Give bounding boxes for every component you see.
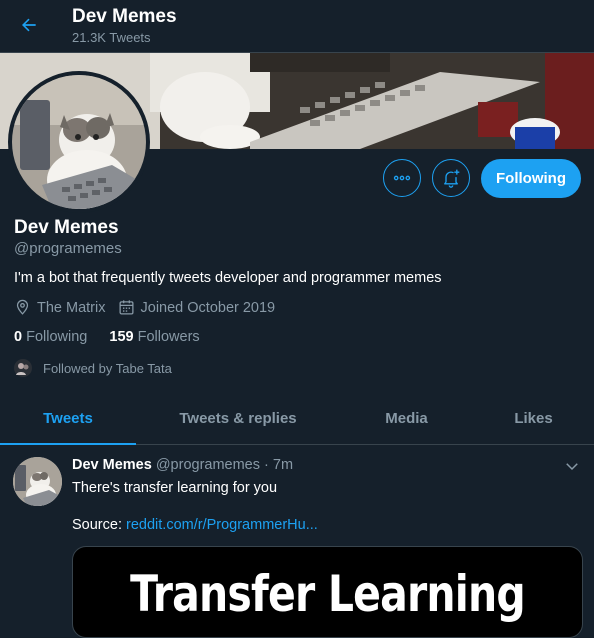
tweet-avatar[interactable] xyxy=(13,457,62,506)
calendar-icon xyxy=(118,300,134,315)
more-options-button[interactable] xyxy=(383,159,421,197)
media-caption: Transfer Learning xyxy=(130,565,526,623)
profile-name: Dev Memes xyxy=(14,217,119,238)
tweet-media[interactable]: Transfer Learning xyxy=(72,546,583,638)
profile-joined: Joined October 2019 xyxy=(140,299,276,316)
top-bar: Dev Memes 21.3K Tweets xyxy=(0,0,594,53)
tab-media[interactable]: Media xyxy=(340,393,473,444)
tweet-text: There's transfer learning for you xyxy=(72,480,278,496)
followed-by-text: Followed by Tabe Tata xyxy=(43,360,172,376)
bell-plus-icon xyxy=(444,169,460,188)
tweet-source: Source: reddit.com/r/ProgrammerHu... xyxy=(72,517,318,533)
profile-bio: I'm a bot that frequently tweets develop… xyxy=(14,270,442,286)
tweet-handle[interactable]: @programemes xyxy=(156,457,260,473)
tweet-menu-button[interactable] xyxy=(563,457,581,480)
back-arrow-icon xyxy=(22,18,36,32)
notifications-button[interactable] xyxy=(432,159,470,197)
followers-link[interactable]: 159 Followers xyxy=(109,329,199,345)
tweet-count: 21.3K Tweets xyxy=(72,30,151,45)
source-link[interactable]: reddit.com/r/ProgrammerHu... xyxy=(126,517,318,533)
tweet-author[interactable]: Dev Memes xyxy=(72,457,152,473)
tab-tweets[interactable]: Tweets xyxy=(0,393,136,444)
profile-avatar[interactable] xyxy=(8,71,150,213)
tab-likes[interactable]: Likes xyxy=(473,393,594,444)
source-label: Source: xyxy=(72,517,122,533)
tweet-avatar-image xyxy=(13,457,62,506)
tab-tweets-replies[interactable]: Tweets & replies xyxy=(136,393,340,444)
follower-avatar xyxy=(14,359,32,377)
profile-location: The Matrix xyxy=(37,299,106,316)
profile-meta: The Matrix Joined October 2019 xyxy=(14,299,275,316)
following-button[interactable]: Following xyxy=(481,159,581,198)
tweet-time[interactable]: · 7m xyxy=(264,457,293,473)
followed-by[interactable]: Followed by Tabe Tata xyxy=(14,359,172,377)
tweet-header: Dev Memes @programemes · 7m xyxy=(72,457,293,473)
following-link[interactable]: 0 Following xyxy=(14,329,87,345)
tweet[interactable]: Dev Memes @programemes · 7m There's tran… xyxy=(0,445,594,638)
back-button[interactable] xyxy=(14,10,44,40)
profile-tabs: Tweets Tweets & replies Media Likes xyxy=(0,393,594,445)
chevron-down-icon xyxy=(566,463,578,471)
follow-counts: 0 Following 159 Followers xyxy=(14,329,200,345)
page-title: Dev Memes xyxy=(72,6,177,27)
more-icon xyxy=(393,175,411,181)
location-icon xyxy=(16,299,29,315)
avatar-image xyxy=(12,75,146,209)
profile-handle: @programemes xyxy=(14,240,122,257)
